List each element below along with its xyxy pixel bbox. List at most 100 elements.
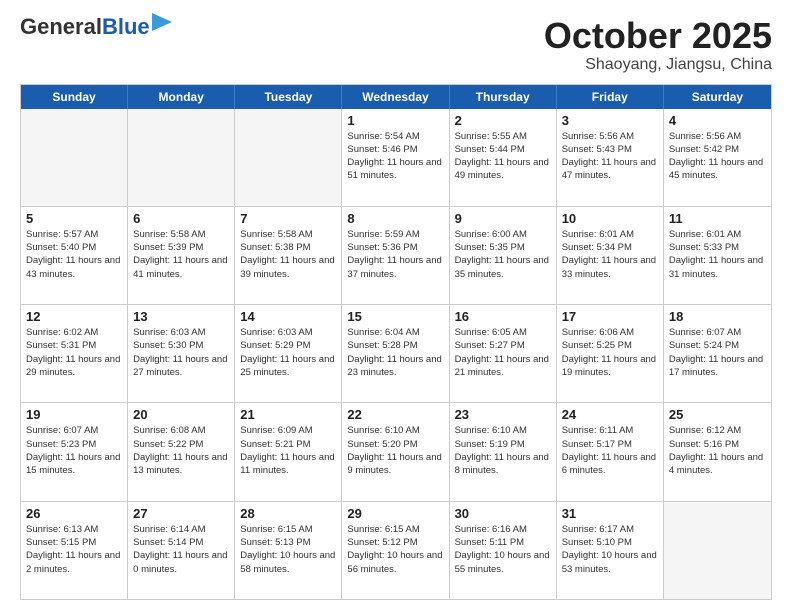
calendar-cell: 12Sunrise: 6:02 AM Sunset: 5:31 PM Dayli…	[21, 305, 128, 402]
calendar-cell: 2 Sunrise: 5:55 AM Sunset: 5:44 PM Daylig…	[450, 109, 557, 206]
calendar-cell: 11 Sunrise: 6:01 AM Sunset: 5:33 PM Dayli…	[664, 207, 771, 304]
calendar-week-2: 5 Sunrise: 5:57 AM Sunset: 5:40 PM Daylig…	[21, 207, 771, 305]
calendar-cell	[128, 109, 235, 206]
day-header-wednesday: Wednesday	[342, 85, 449, 109]
day-number: 27	[133, 506, 229, 521]
sun-info: Sunrise: 5:57 AM Sunset: 5:40 PM Dayligh…	[26, 228, 122, 281]
sun-info: Sunrise: 6:03 AM Sunset: 5:29 PM Dayligh…	[240, 326, 336, 379]
sun-info: Sunrise: 6:06 AM Sunset: 5:25 PM Dayligh…	[562, 326, 658, 379]
calendar-cell	[235, 109, 342, 206]
calendar-cell: 1Sunrise: 5:54 AM Sunset: 5:46 PM Daylig…	[342, 109, 449, 206]
day-number: 25	[669, 407, 766, 422]
sun-info: Sunrise: 5:54 AM Sunset: 5:46 PM Dayligh…	[347, 130, 443, 183]
header: GeneralBlue October 2025 Shaoyang, Jiang…	[20, 16, 772, 74]
logo-arrow-icon	[152, 13, 172, 31]
day-header-sunday: Sunday	[21, 85, 128, 109]
calendar-header: SundayMondayTuesdayWednesdayThursdayFrid…	[21, 85, 771, 109]
sun-info: Sunrise: 6:08 AM Sunset: 5:22 PM Dayligh…	[133, 424, 229, 477]
day-number: 11	[669, 211, 766, 226]
calendar-cell: 24Sunrise: 6:11 AM Sunset: 5:17 PM Dayli…	[557, 403, 664, 500]
calendar-cell: 31Sunrise: 6:17 AM Sunset: 5:10 PM Dayli…	[557, 502, 664, 599]
calendar-cell: 28Sunrise: 6:15 AM Sunset: 5:13 PM Dayli…	[235, 502, 342, 599]
day-number: 26	[26, 506, 122, 521]
day-number: 16	[455, 309, 551, 324]
sun-info: Sunrise: 5:55 AM Sunset: 5:44 PM Dayligh…	[455, 130, 551, 183]
calendar-subtitle: Shaoyang, Jiangsu, China	[544, 56, 772, 74]
sun-info: Sunrise: 6:02 AM Sunset: 5:31 PM Dayligh…	[26, 326, 122, 379]
calendar-cell: 4 Sunrise: 5:56 AM Sunset: 5:42 PM Daylig…	[664, 109, 771, 206]
day-number: 8	[347, 211, 443, 226]
day-number: 15	[347, 309, 443, 324]
calendar-week-1: 1Sunrise: 5:54 AM Sunset: 5:46 PM Daylig…	[21, 109, 771, 207]
calendar: SundayMondayTuesdayWednesdayThursdayFrid…	[20, 84, 772, 600]
page: GeneralBlue October 2025 Shaoyang, Jiang…	[0, 0, 792, 612]
calendar-cell: 17Sunrise: 6:06 AM Sunset: 5:25 PM Dayli…	[557, 305, 664, 402]
day-number: 5	[26, 211, 122, 226]
calendar-cell: 7Sunrise: 5:58 AM Sunset: 5:38 PM Daylig…	[235, 207, 342, 304]
day-number: 2	[455, 113, 551, 128]
calendar-cell: 5 Sunrise: 5:57 AM Sunset: 5:40 PM Daylig…	[21, 207, 128, 304]
sun-info: Sunrise: 6:00 AM Sunset: 5:35 PM Dayligh…	[455, 228, 551, 281]
sun-info: Sunrise: 5:58 AM Sunset: 5:38 PM Dayligh…	[240, 228, 336, 281]
day-number: 30	[455, 506, 551, 521]
day-number: 9	[455, 211, 551, 226]
calendar-cell: 27Sunrise: 6:14 AM Sunset: 5:14 PM Dayli…	[128, 502, 235, 599]
sun-info: Sunrise: 5:56 AM Sunset: 5:43 PM Dayligh…	[562, 130, 658, 183]
day-header-thursday: Thursday	[450, 85, 557, 109]
day-number: 3	[562, 113, 658, 128]
calendar-cell: 22 Sunrise: 6:10 AM Sunset: 5:20 PM Dayli…	[342, 403, 449, 500]
calendar-cell: 9 Sunrise: 6:00 AM Sunset: 5:35 PM Daylig…	[450, 207, 557, 304]
day-number: 4	[669, 113, 766, 128]
calendar-title: October 2025	[544, 16, 772, 56]
calendar-week-4: 19 Sunrise: 6:07 AM Sunset: 5:23 PM Dayli…	[21, 403, 771, 501]
calendar-cell	[21, 109, 128, 206]
sun-info: Sunrise: 6:16 AM Sunset: 5:11 PM Dayligh…	[455, 523, 551, 576]
sun-info: Sunrise: 6:13 AM Sunset: 5:15 PM Dayligh…	[26, 523, 122, 576]
calendar-cell: 23Sunrise: 6:10 AM Sunset: 5:19 PM Dayli…	[450, 403, 557, 500]
day-number: 28	[240, 506, 336, 521]
calendar-cell: 16 Sunrise: 6:05 AM Sunset: 5:27 PM Dayli…	[450, 305, 557, 402]
calendar-cell: 21Sunrise: 6:09 AM Sunset: 5:21 PM Dayli…	[235, 403, 342, 500]
calendar-week-5: 26 Sunrise: 6:13 AM Sunset: 5:15 PM Dayli…	[21, 502, 771, 599]
day-number: 23	[455, 407, 551, 422]
calendar-cell: 14Sunrise: 6:03 AM Sunset: 5:29 PM Dayli…	[235, 305, 342, 402]
sun-info: Sunrise: 6:07 AM Sunset: 5:24 PM Dayligh…	[669, 326, 766, 379]
day-number: 19	[26, 407, 122, 422]
day-number: 21	[240, 407, 336, 422]
calendar-cell: 29 Sunrise: 6:15 AM Sunset: 5:12 PM Dayli…	[342, 502, 449, 599]
title-block: October 2025 Shaoyang, Jiangsu, China	[544, 16, 772, 74]
calendar-cell: 10 Sunrise: 6:01 AM Sunset: 5:34 PM Dayli…	[557, 207, 664, 304]
calendar-week-3: 12Sunrise: 6:02 AM Sunset: 5:31 PM Dayli…	[21, 305, 771, 403]
sun-info: Sunrise: 6:04 AM Sunset: 5:28 PM Dayligh…	[347, 326, 443, 379]
calendar-cell: 25 Sunrise: 6:12 AM Sunset: 5:16 PM Dayli…	[664, 403, 771, 500]
day-number: 13	[133, 309, 229, 324]
sun-info: Sunrise: 6:12 AM Sunset: 5:16 PM Dayligh…	[669, 424, 766, 477]
logo-text: GeneralBlue	[20, 16, 150, 38]
calendar-cell: 30 Sunrise: 6:16 AM Sunset: 5:11 PM Dayli…	[450, 502, 557, 599]
day-number: 6	[133, 211, 229, 226]
logo: GeneralBlue	[20, 16, 172, 38]
sun-info: Sunrise: 6:07 AM Sunset: 5:23 PM Dayligh…	[26, 424, 122, 477]
calendar-cell	[664, 502, 771, 599]
day-number: 20	[133, 407, 229, 422]
day-number: 29	[347, 506, 443, 521]
calendar-cell: 15 Sunrise: 6:04 AM Sunset: 5:28 PM Dayli…	[342, 305, 449, 402]
calendar-cell: 8Sunrise: 5:59 AM Sunset: 5:36 PM Daylig…	[342, 207, 449, 304]
calendar-cell: 26 Sunrise: 6:13 AM Sunset: 5:15 PM Dayli…	[21, 502, 128, 599]
calendar-body: 1Sunrise: 5:54 AM Sunset: 5:46 PM Daylig…	[21, 109, 771, 599]
calendar-cell: 19 Sunrise: 6:07 AM Sunset: 5:23 PM Dayli…	[21, 403, 128, 500]
day-header-monday: Monday	[128, 85, 235, 109]
day-header-saturday: Saturday	[664, 85, 771, 109]
calendar-cell: 18Sunrise: 6:07 AM Sunset: 5:24 PM Dayli…	[664, 305, 771, 402]
day-number: 31	[562, 506, 658, 521]
sun-info: Sunrise: 6:01 AM Sunset: 5:33 PM Dayligh…	[669, 228, 766, 281]
day-number: 22	[347, 407, 443, 422]
sun-info: Sunrise: 6:01 AM Sunset: 5:34 PM Dayligh…	[562, 228, 658, 281]
day-header-tuesday: Tuesday	[235, 85, 342, 109]
calendar-cell: 3 Sunrise: 5:56 AM Sunset: 5:43 PM Daylig…	[557, 109, 664, 206]
sun-info: Sunrise: 6:05 AM Sunset: 5:27 PM Dayligh…	[455, 326, 551, 379]
sun-info: Sunrise: 6:10 AM Sunset: 5:20 PM Dayligh…	[347, 424, 443, 477]
sun-info: Sunrise: 5:56 AM Sunset: 5:42 PM Dayligh…	[669, 130, 766, 183]
sun-info: Sunrise: 6:15 AM Sunset: 5:12 PM Dayligh…	[347, 523, 443, 576]
day-number: 10	[562, 211, 658, 226]
